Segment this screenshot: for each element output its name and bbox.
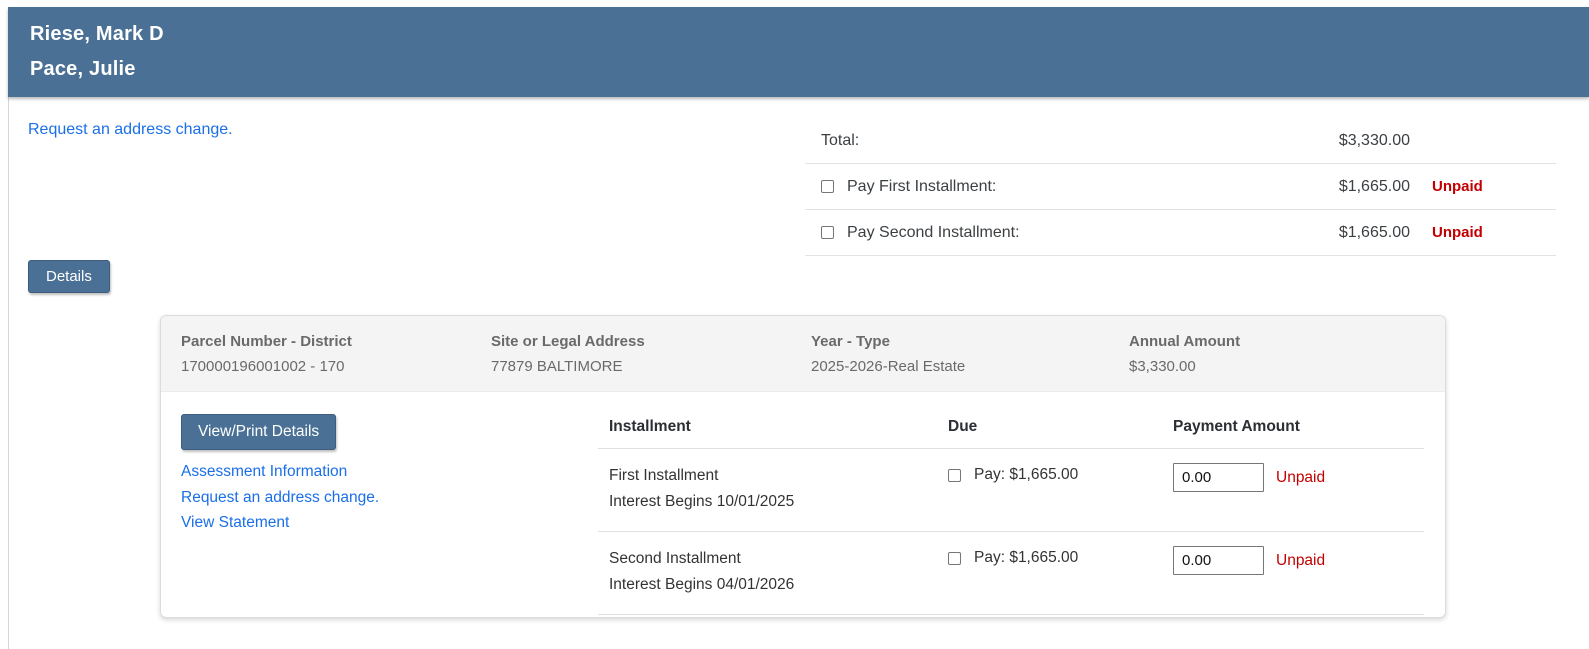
installment-column-header: Installment <box>609 418 948 436</box>
second-installment-row-status: Unpaid <box>1276 552 1325 570</box>
site-address-label: Site or Legal Address <box>491 329 811 354</box>
annual-amount-label: Annual Amount <box>1129 329 1445 354</box>
second-installment-due-cell: Pay: $1,665.00 <box>948 546 1173 567</box>
view-statement-link[interactable]: View Statement <box>181 510 289 536</box>
parcel-number-label: Parcel Number - District <box>181 329 491 354</box>
total-amount: $3,330.00 <box>1290 132 1410 150</box>
site-address-column: Site or Legal Address 77879 BALTIMORE <box>491 329 811 379</box>
first-installment-payment-cell: Unpaid <box>1173 463 1424 492</box>
first-installment-pay-label: Pay: $1,665.00 <box>974 466 1078 484</box>
parcel-number-column: Parcel Number - District 170000196001002… <box>181 329 491 379</box>
year-type-value: 2025-2026-Real Estate <box>811 354 1129 379</box>
total-row: Total: $3,330.00 <box>805 118 1556 164</box>
second-installment-status-badge: Unpaid <box>1410 224 1556 241</box>
annual-amount-column: Annual Amount $3,330.00 <box>1129 329 1445 379</box>
second-installment-name-cell: Second Installment Interest Begins 04/01… <box>609 546 948 598</box>
second-installment-name: Second Installment <box>609 546 948 572</box>
first-installment-payment-input[interactable] <box>1173 463 1264 492</box>
parcel-summary-header: Parcel Number - District 170000196001002… <box>161 316 1445 392</box>
first-installment-due-cell: Pay: $1,665.00 <box>948 463 1173 484</box>
address-change-link[interactable]: Request an address change. <box>28 121 233 139</box>
pay-second-installment-label: Pay Second Installment: <box>847 224 1020 242</box>
panel-address-change-link[interactable]: Request an address change. <box>181 485 379 511</box>
page-left-border <box>8 7 9 649</box>
pay-second-installment-row: Pay Second Installment: $1,665.00 Unpaid <box>805 210 1556 256</box>
due-column-header: Due <box>948 418 1173 436</box>
first-installment-amount: $1,665.00 <box>1290 178 1410 196</box>
details-button[interactable]: Details <box>28 260 110 293</box>
first-installment-row-status: Unpaid <box>1276 469 1325 487</box>
tax-account-page: Riese, Mark D Pace, Julie Request an add… <box>0 0 1589 649</box>
annual-amount-value: $3,330.00 <box>1129 354 1445 379</box>
pay-first-installment-checkbox[interactable] <box>821 180 834 193</box>
parcel-details-body: View/Print Details Assessment Informatio… <box>161 392 1445 615</box>
account-header-banner: Riese, Mark D Pace, Julie <box>8 7 1589 97</box>
payment-amount-column-header: Payment Amount <box>1173 418 1424 436</box>
second-installment-payment-cell: Unpaid <box>1173 546 1424 575</box>
pay-first-installment-row: Pay First Installment: $1,665.00 Unpaid <box>805 164 1556 210</box>
totals-summary: Total: $3,330.00 Pay First Installment: … <box>805 118 1556 256</box>
parcel-number-value: 170000196001002 - 170 <box>181 354 491 379</box>
second-installment-interest-note: Interest Begins 04/01/2026 <box>609 572 948 598</box>
pay-second-installment-checkbox[interactable] <box>821 226 834 239</box>
second-installment-payment-input[interactable] <box>1173 546 1264 575</box>
account-name-secondary: Pace, Julie <box>30 52 1589 87</box>
second-installment-pay-checkbox[interactable] <box>948 552 961 565</box>
first-installment-status-badge: Unpaid <box>1410 178 1556 195</box>
account-name-primary: Riese, Mark D <box>30 17 1589 52</box>
first-installment-name-cell: First Installment Interest Begins 10/01/… <box>609 463 948 515</box>
assessment-information-link[interactable]: Assessment Information <box>181 459 347 485</box>
site-address-value: 77879 BALTIMORE <box>491 354 811 379</box>
year-type-column: Year - Type 2025-2026-Real Estate <box>811 329 1129 379</box>
installments-table: Installment Due Payment Amount First Ins… <box>598 392 1424 615</box>
first-installment-table-row: First Installment Interest Begins 10/01/… <box>598 449 1424 532</box>
first-installment-interest-note: Interest Begins 10/01/2025 <box>609 489 948 515</box>
installments-table-header: Installment Due Payment Amount <box>598 418 1424 449</box>
year-type-label: Year - Type <box>811 329 1129 354</box>
pay-first-installment-label: Pay First Installment: <box>847 178 996 196</box>
first-installment-name: First Installment <box>609 463 948 489</box>
second-installment-pay-label: Pay: $1,665.00 <box>974 549 1078 567</box>
total-label: Total: <box>821 132 859 150</box>
first-installment-pay-checkbox[interactable] <box>948 469 961 482</box>
second-installment-table-row: Second Installment Interest Begins 04/01… <box>598 532 1424 615</box>
second-installment-amount: $1,665.00 <box>1290 224 1410 242</box>
parcel-details-panel: Parcel Number - District 170000196001002… <box>160 315 1446 618</box>
view-print-details-button[interactable]: View/Print Details <box>181 414 336 450</box>
parcel-actions: View/Print Details Assessment Informatio… <box>161 392 598 615</box>
